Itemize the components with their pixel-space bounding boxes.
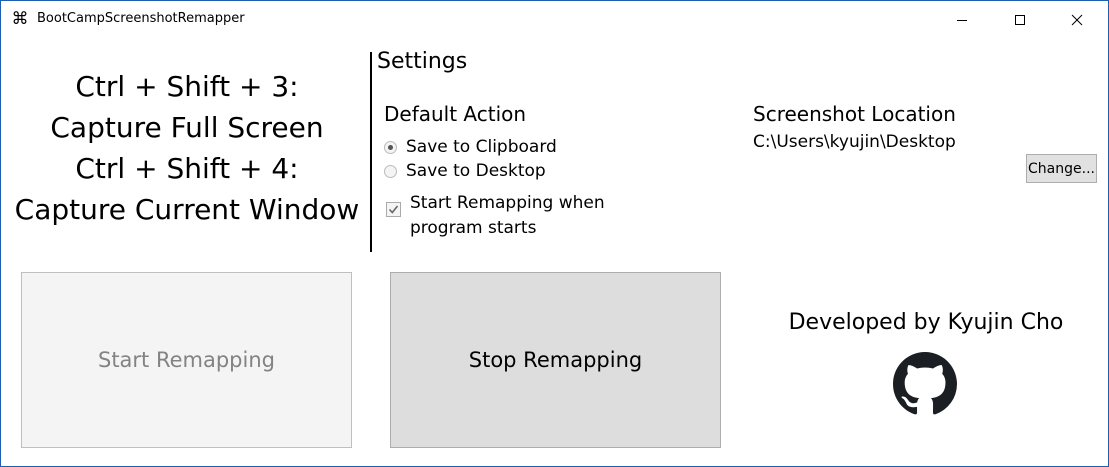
shortcut-info: Ctrl + Shift + 3: Capture Full Screen Ct…: [9, 66, 365, 230]
default-action-title: Default Action: [384, 102, 527, 126]
radio-save-desktop[interactable]: Save to Desktop: [384, 159, 546, 183]
maximize-button[interactable]: [997, 1, 1043, 39]
shortcut-window-desc: Capture Current Window: [14, 193, 360, 226]
close-button[interactable]: [1054, 1, 1100, 39]
change-location-button[interactable]: Change...: [1026, 154, 1097, 183]
developer-credit: Developed by Kyujin Cho: [788, 310, 1064, 335]
start-on-launch-checkbox[interactable]: Start Remapping when program starts: [386, 191, 620, 241]
radio-label: Save to Desktop: [406, 161, 546, 181]
stop-remapping-button[interactable]: Stop Remapping: [390, 272, 721, 448]
close-icon: [1071, 14, 1083, 26]
shortcut-full-desc: Capture Full Screen: [50, 111, 324, 144]
shortcut-full-key: Ctrl + Shift + 3:: [75, 70, 299, 103]
title-bar[interactable]: ⌘ BootCampScreenshotRemapper: [1, 1, 1108, 39]
shortcut-window-key: Ctrl + Shift + 4:: [75, 152, 299, 185]
checkmark-icon: [388, 205, 399, 214]
vertical-divider: [370, 52, 372, 252]
checkbox[interactable]: [386, 202, 401, 217]
minimize-icon: [957, 20, 967, 21]
maximize-icon: [1015, 15, 1025, 25]
window-title: BootCampScreenshotRemapper: [37, 11, 245, 26]
checkbox-label: Start Remapping when program starts: [410, 193, 605, 238]
screenshot-location-path: C:\Users\kyujin\Desktop: [753, 132, 956, 152]
minimize-button[interactable]: [939, 1, 985, 39]
start-remapping-button[interactable]: Start Remapping: [21, 272, 352, 448]
github-icon[interactable]: [893, 352, 957, 416]
radio-save-clipboard[interactable]: Save to Clipboard: [384, 135, 557, 159]
radio-button-checked[interactable]: [384, 140, 397, 154]
radio-button[interactable]: [384, 164, 397, 178]
screenshot-location-title: Screenshot Location: [753, 102, 956, 126]
settings-title: Settings: [377, 49, 468, 74]
radio-label: Save to Clipboard: [406, 137, 557, 157]
app-window: ⌘ BootCampScreenshotRemapper Ctrl + Shif…: [0, 0, 1109, 467]
command-key-icon: ⌘: [11, 9, 29, 29]
